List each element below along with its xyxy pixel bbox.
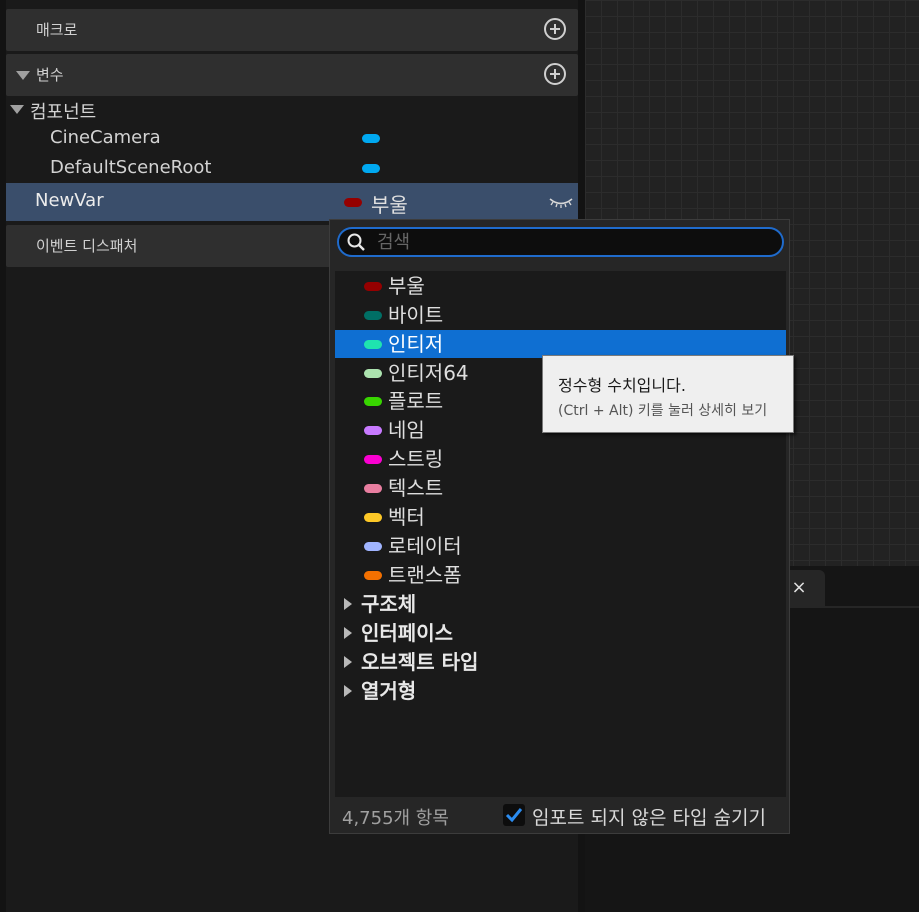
type-item-rotator[interactable]: 로테이터 xyxy=(335,532,786,560)
type-item-label: 텍스트 xyxy=(388,476,444,500)
event-dispatchers-label: 이벤트 디스패처 xyxy=(36,237,138,255)
type-item-byte[interactable]: 바이트 xyxy=(335,301,786,329)
type-item-label: 바이트 xyxy=(388,303,444,327)
type-color-pill xyxy=(364,340,382,349)
type-item-integer[interactable]: 인티저 xyxy=(335,330,786,358)
tab-close-button[interactable]: × xyxy=(790,574,808,602)
type-item-string[interactable]: 스트링 xyxy=(335,445,786,473)
checkmark-icon xyxy=(505,808,523,823)
add-variable-icon[interactable] xyxy=(544,63,566,85)
type-item-label: 스트링 xyxy=(388,447,444,471)
type-item-label: 벡터 xyxy=(388,505,425,529)
expand-arrow-icon[interactable] xyxy=(16,71,30,80)
type-item-boolean[interactable]: 부울 xyxy=(335,272,786,300)
type-color-pill xyxy=(364,369,382,378)
search-box[interactable] xyxy=(337,227,784,257)
variable-type-pill xyxy=(344,198,362,207)
type-item-label: 로테이터 xyxy=(388,534,462,558)
tooltip-description: 정수형 수치입니다. xyxy=(558,376,686,395)
tooltip-hint: (Ctrl + Alt) 키를 눌러 상세히 보기 xyxy=(558,403,768,419)
hide-unimported-label[interactable]: 임포트 되지 않은 타입 숨기기 xyxy=(532,803,766,830)
expand-arrow-icon[interactable] xyxy=(344,685,352,697)
macros-label: 매크로 xyxy=(36,21,78,39)
component-item-defaultsceneroot[interactable]: DefaultSceneRoot xyxy=(50,157,211,178)
type-item-transform[interactable]: 트랜스폼 xyxy=(335,561,786,589)
macros-section-header[interactable]: 매크로 xyxy=(6,9,578,51)
category-label: 오브젝트 타입 xyxy=(361,650,479,674)
expand-arrow-icon[interactable] xyxy=(344,656,352,668)
type-item-vector[interactable]: 벡터 xyxy=(335,503,786,531)
variable-type-picker: 부울 바이트 인티저 인티저64 플로트 네임 스트링 텍스트 xyxy=(329,219,790,834)
variables-section-header[interactable]: 변수 xyxy=(6,54,578,96)
type-color-pill xyxy=(364,426,382,435)
search-icon xyxy=(347,233,365,251)
item-count: 4,755개 항목 xyxy=(342,808,449,829)
category-label: 인터페이스 xyxy=(361,621,453,645)
add-macro-icon[interactable] xyxy=(544,18,566,40)
type-item-label: 네임 xyxy=(388,418,425,442)
tab-strip xyxy=(825,606,919,608)
type-color-pill xyxy=(364,311,382,320)
type-color-pill xyxy=(364,513,382,522)
variables-label: 변수 xyxy=(36,66,64,84)
variable-type-dropdown[interactable]: 부울 xyxy=(371,189,408,218)
component-item-cinecamera[interactable]: CineCamera xyxy=(50,127,161,148)
type-item-label: 인티저 xyxy=(388,332,444,356)
category-structure[interactable]: 구조체 xyxy=(335,590,786,618)
type-item-label: 인티저64 xyxy=(388,361,469,385)
type-item-text[interactable]: 텍스트 xyxy=(335,474,786,502)
type-color-pill xyxy=(364,455,382,464)
category-label: 열거형 xyxy=(361,679,417,703)
hide-unimported-checkbox[interactable] xyxy=(503,804,525,826)
type-color-pill xyxy=(364,542,382,551)
components-expand-arrow-icon[interactable] xyxy=(10,105,24,114)
type-color-pill xyxy=(364,282,382,291)
expand-arrow-icon[interactable] xyxy=(344,598,352,610)
visibility-closed-eye-icon[interactable] xyxy=(548,194,574,210)
type-item-label: 부울 xyxy=(388,274,425,298)
category-interface[interactable]: 인터페이스 xyxy=(335,619,786,647)
component-type-pill xyxy=(362,164,380,173)
category-object-types[interactable]: 오브젝트 타입 xyxy=(335,648,786,676)
type-tooltip: 정수형 수치입니다. (Ctrl + Alt) 키를 눌러 상세히 보기 xyxy=(542,355,794,433)
type-item-label: 트랜스폼 xyxy=(388,563,462,587)
variable-name: NewVar xyxy=(35,190,104,211)
type-color-pill xyxy=(364,397,382,406)
search-input[interactable] xyxy=(377,229,767,255)
type-color-pill xyxy=(364,484,382,493)
category-label: 구조체 xyxy=(361,592,417,616)
component-type-pill xyxy=(362,134,380,143)
components-category-label[interactable]: 컴포넌트 xyxy=(30,98,96,124)
type-item-label: 플로트 xyxy=(388,389,444,413)
category-enum[interactable]: 열거형 xyxy=(335,677,786,705)
type-color-pill xyxy=(364,571,382,580)
variable-row-newvar[interactable]: NewVar 부울 xyxy=(6,183,578,221)
type-list: 부울 바이트 인티저 인티저64 플로트 네임 스트링 텍스트 벡터 로테이터 … xyxy=(335,271,786,797)
expand-arrow-icon[interactable] xyxy=(344,627,352,639)
